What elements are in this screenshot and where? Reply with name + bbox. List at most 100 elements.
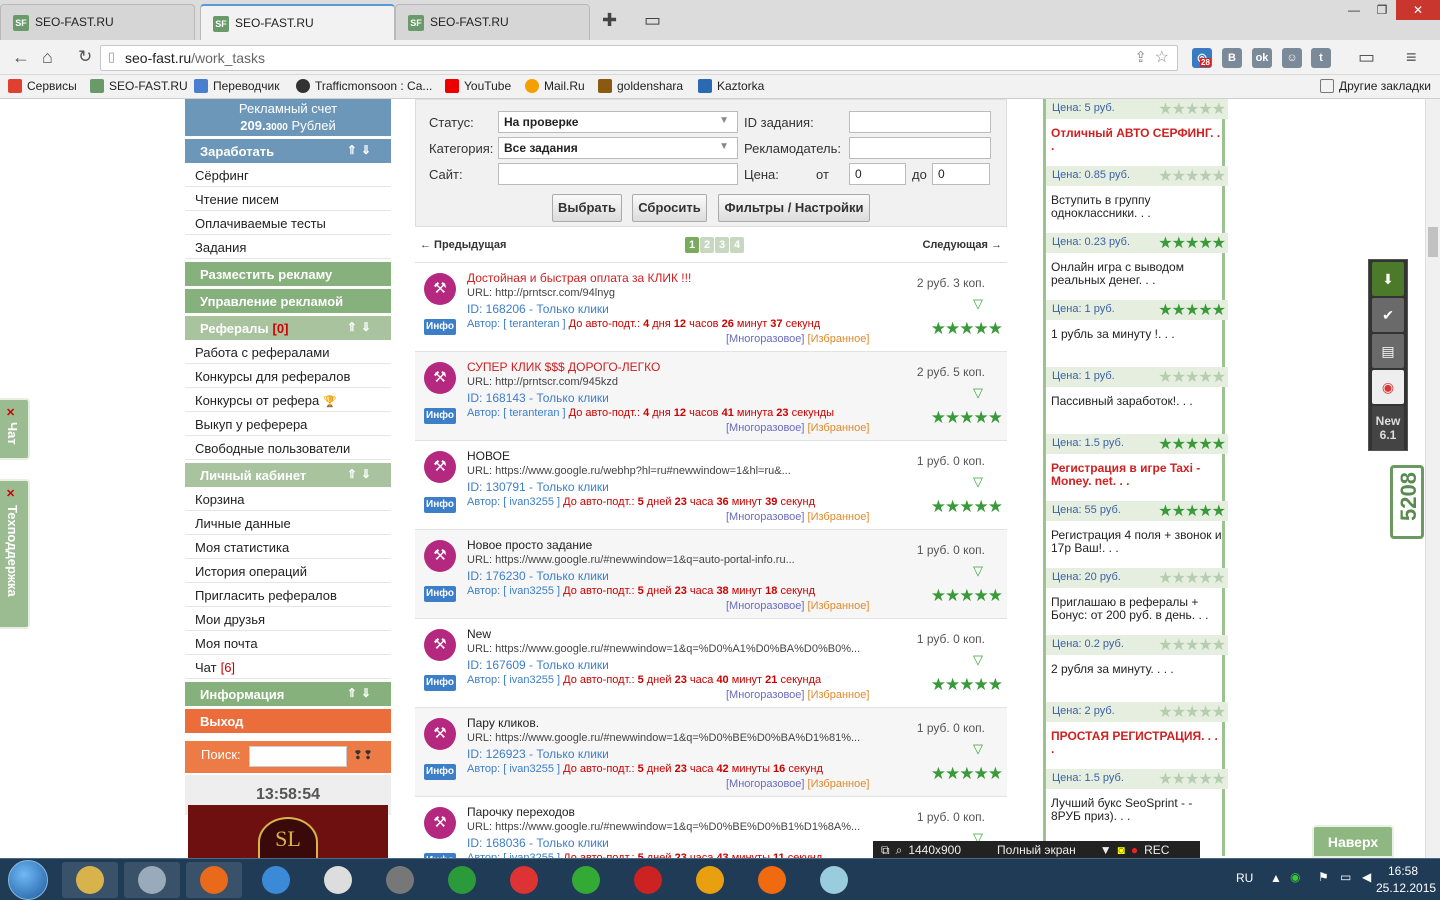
sidebar-item[interactable]: Чат [6]	[185, 655, 391, 679]
task-worker-icon[interactable]: ⚒	[424, 540, 456, 572]
page-number[interactable]: 4	[730, 237, 744, 253]
select-task-icon[interactable]: ▽	[973, 653, 989, 667]
rec-label[interactable]: REC	[1144, 843, 1169, 857]
tab-overview-icon[interactable]: ▭	[644, 10, 661, 31]
vk-icon[interactable]: B	[1222, 48, 1242, 68]
ad-title[interactable]: Онлайн игра с выводом реальных денег. . …	[1051, 261, 1223, 287]
ad-title[interactable]: 2 рубля за минуту. . . .	[1051, 663, 1223, 676]
task-author[interactable]: teranteran	[509, 318, 559, 330]
sidebar-item[interactable]: Выкуп у реферера	[185, 412, 391, 436]
bookmark-trafficmonsoon[interactable]: Trafficmonsoon : Ca...	[296, 79, 432, 93]
chrome-taskbar-button[interactable]	[496, 862, 552, 898]
info-button[interactable]: Инфо	[424, 586, 456, 602]
search-input[interactable]	[249, 746, 347, 767]
ad-title[interactable]: 1 рубль за минуту !. . .	[1051, 328, 1223, 341]
task-author[interactable]: ivan3255	[509, 585, 554, 597]
task-worker-icon[interactable]: ⚒	[424, 273, 456, 305]
ad-title[interactable]: Приглашаю в рефералы + Бонус: от 200 руб…	[1051, 596, 1223, 622]
security-taskbar-button[interactable]	[620, 862, 676, 898]
chrome-icon[interactable]: ◉	[1372, 370, 1404, 404]
chat-side-tab[interactable]: ✕ Чат	[0, 398, 30, 460]
select-task-icon[interactable]: ▽	[973, 742, 989, 756]
favorite-link[interactable]: [Избранное]	[808, 511, 870, 523]
info-button[interactable]: Инфо	[424, 675, 456, 691]
sidebar-item[interactable]: Корзина	[185, 487, 391, 511]
page-number[interactable]: 1	[685, 237, 699, 253]
task-id[interactable]: ID: 167609 - Только клики	[467, 658, 609, 672]
task-title[interactable]: НОВОЕ	[467, 449, 510, 463]
sidebar-item[interactable]: История операций	[185, 559, 391, 583]
select-task-icon[interactable]: ▽	[973, 564, 989, 578]
task-author[interactable]: ivan3255	[509, 674, 554, 686]
select-task-icon[interactable]: ▽	[973, 475, 989, 489]
bookmark-kaztorka[interactable]: Kaztorka	[698, 79, 764, 93]
explorer-taskbar-button[interactable]	[62, 862, 118, 898]
a-app-taskbar-button[interactable]	[558, 862, 614, 898]
info-button[interactable]: Инфо	[424, 408, 456, 424]
ad-title[interactable]: Пассивный заработок!. . .	[1051, 395, 1223, 408]
sidebar-section[interactable]: Рефералы [0] ⇑⇓	[185, 316, 391, 340]
sidebar-section[interactable]: Личный кабинет ⇑⇓	[185, 463, 391, 487]
select-task-icon[interactable]: ▽	[973, 386, 989, 400]
browser-tab-3[interactable]: SF SEO-FAST.RU	[395, 4, 590, 40]
chat-bubble-icon[interactable]: ▭	[1358, 47, 1375, 68]
sidebar-item[interactable]: Работа с рефералами	[185, 340, 391, 364]
download-arrow-icon[interactable]: ⬇	[1372, 262, 1404, 296]
ad-block[interactable]: Вступить в группу одноклассники. . . Цена…	[1043, 186, 1228, 253]
ad-block[interactable]: Цена: 5 руб. ★★★★★	[1043, 99, 1228, 119]
new-tab-icon[interactable]: ✚	[602, 10, 617, 31]
info-button[interactable]: Инфо	[424, 319, 456, 335]
start-button-icon[interactable]	[8, 860, 48, 900]
sidebar-item[interactable]: Оплачиваемые тесты	[185, 211, 391, 235]
odnoklassniki-icon[interactable]: ok	[1252, 48, 1272, 68]
clock-time[interactable]: 16:58	[1388, 864, 1418, 878]
address-bar[interactable]: ▯ seo-fast.ru/work_tasks ⇪ ☆	[100, 45, 1178, 71]
price-to-input[interactable]: 0	[932, 163, 990, 185]
task-author[interactable]: teranteran	[509, 407, 559, 419]
collapse-arrows-icon[interactable]: ⇑⇓	[347, 467, 375, 481]
favorite-link[interactable]: [Избранное]	[808, 689, 870, 701]
task-worker-icon[interactable]: ⚒	[424, 718, 456, 750]
bookmark-services[interactable]: Сервисы	[8, 79, 77, 93]
sidebar-item[interactable]: Мои друзья	[185, 607, 391, 631]
menu-icon[interactable]: ≡	[1406, 47, 1417, 68]
monitor-icon[interactable]: ▭	[1340, 870, 1351, 884]
close-window-icon[interactable]: ✕	[1396, 0, 1440, 20]
sidebar-item[interactable]: Чтение писем	[185, 187, 391, 211]
reset-button[interactable]: Сбросить	[632, 194, 707, 222]
rec-mode[interactable]: Полный экран	[997, 843, 1076, 857]
sidebar-item[interactable]: Пригласить рефералов	[185, 583, 391, 607]
info-button[interactable]: Инфо	[424, 764, 456, 780]
sidebar-item[interactable]: Личные данные	[185, 511, 391, 535]
reusable-flag[interactable]: [Многоразовое]	[726, 778, 804, 790]
camera-icon[interactable]: ◙	[1118, 843, 1125, 857]
page-number[interactable]: 3	[715, 237, 729, 253]
ad-title[interactable]: Лучший букс SeoSprint - - 8РУБ приз). . …	[1051, 797, 1223, 823]
language-indicator[interactable]: RU	[1236, 871, 1253, 885]
ad-block[interactable]: Регистрация в игре Taxi - Money. net. . …	[1043, 454, 1228, 521]
task-title[interactable]: Новое просто задание	[467, 538, 592, 552]
ad-title[interactable]: Отличный АВТО СЕРФИНГ. . .	[1051, 127, 1223, 153]
task-id[interactable]: ID: 130791 - Только клики	[467, 480, 609, 494]
task-title[interactable]: New	[467, 627, 491, 641]
calculator-taskbar-button[interactable]	[124, 862, 180, 898]
sidebar-item[interactable]: Задания	[185, 235, 391, 259]
ad-block[interactable]: Приглашаю в рефералы + Бонус: от 200 руб…	[1043, 588, 1228, 655]
tag-icon[interactable]: ✔	[1372, 298, 1404, 332]
book-icon[interactable]: ▤	[1372, 334, 1404, 368]
reusable-flag[interactable]: [Многоразовое]	[726, 600, 804, 612]
collapse-arrows-icon[interactable]: ⇑⇓	[347, 320, 375, 334]
window-icon[interactable]: ⧉	[881, 843, 890, 858]
task-id-input[interactable]	[849, 111, 991, 133]
restore-icon[interactable]: ❐	[1368, 0, 1396, 20]
flag-icon[interactable]: ⚑	[1318, 870, 1329, 884]
task-id[interactable]: ID: 176230 - Только клики	[467, 569, 609, 583]
ad-block[interactable]: 1 рубль за минуту !. . . Цена: 1 руб. ★★★★…	[1043, 320, 1228, 387]
ad-title[interactable]: ПРОСТАЯ РЕГИСТРАЦИЯ. . . .	[1051, 730, 1223, 756]
task-title[interactable]: СУПЕР КЛИК $$$ ДОРОГО-ЛЕГКО	[467, 360, 660, 374]
select-task-icon[interactable]: ▽	[973, 297, 989, 311]
scroll-top-button[interactable]: Наверх	[1312, 825, 1394, 858]
tray-up-icon[interactable]: ▲	[1270, 871, 1282, 885]
ad-title[interactable]: Вступить в группу одноклассники. . .	[1051, 194, 1223, 220]
task-id[interactable]: ID: 168143 - Только клики	[467, 391, 609, 405]
